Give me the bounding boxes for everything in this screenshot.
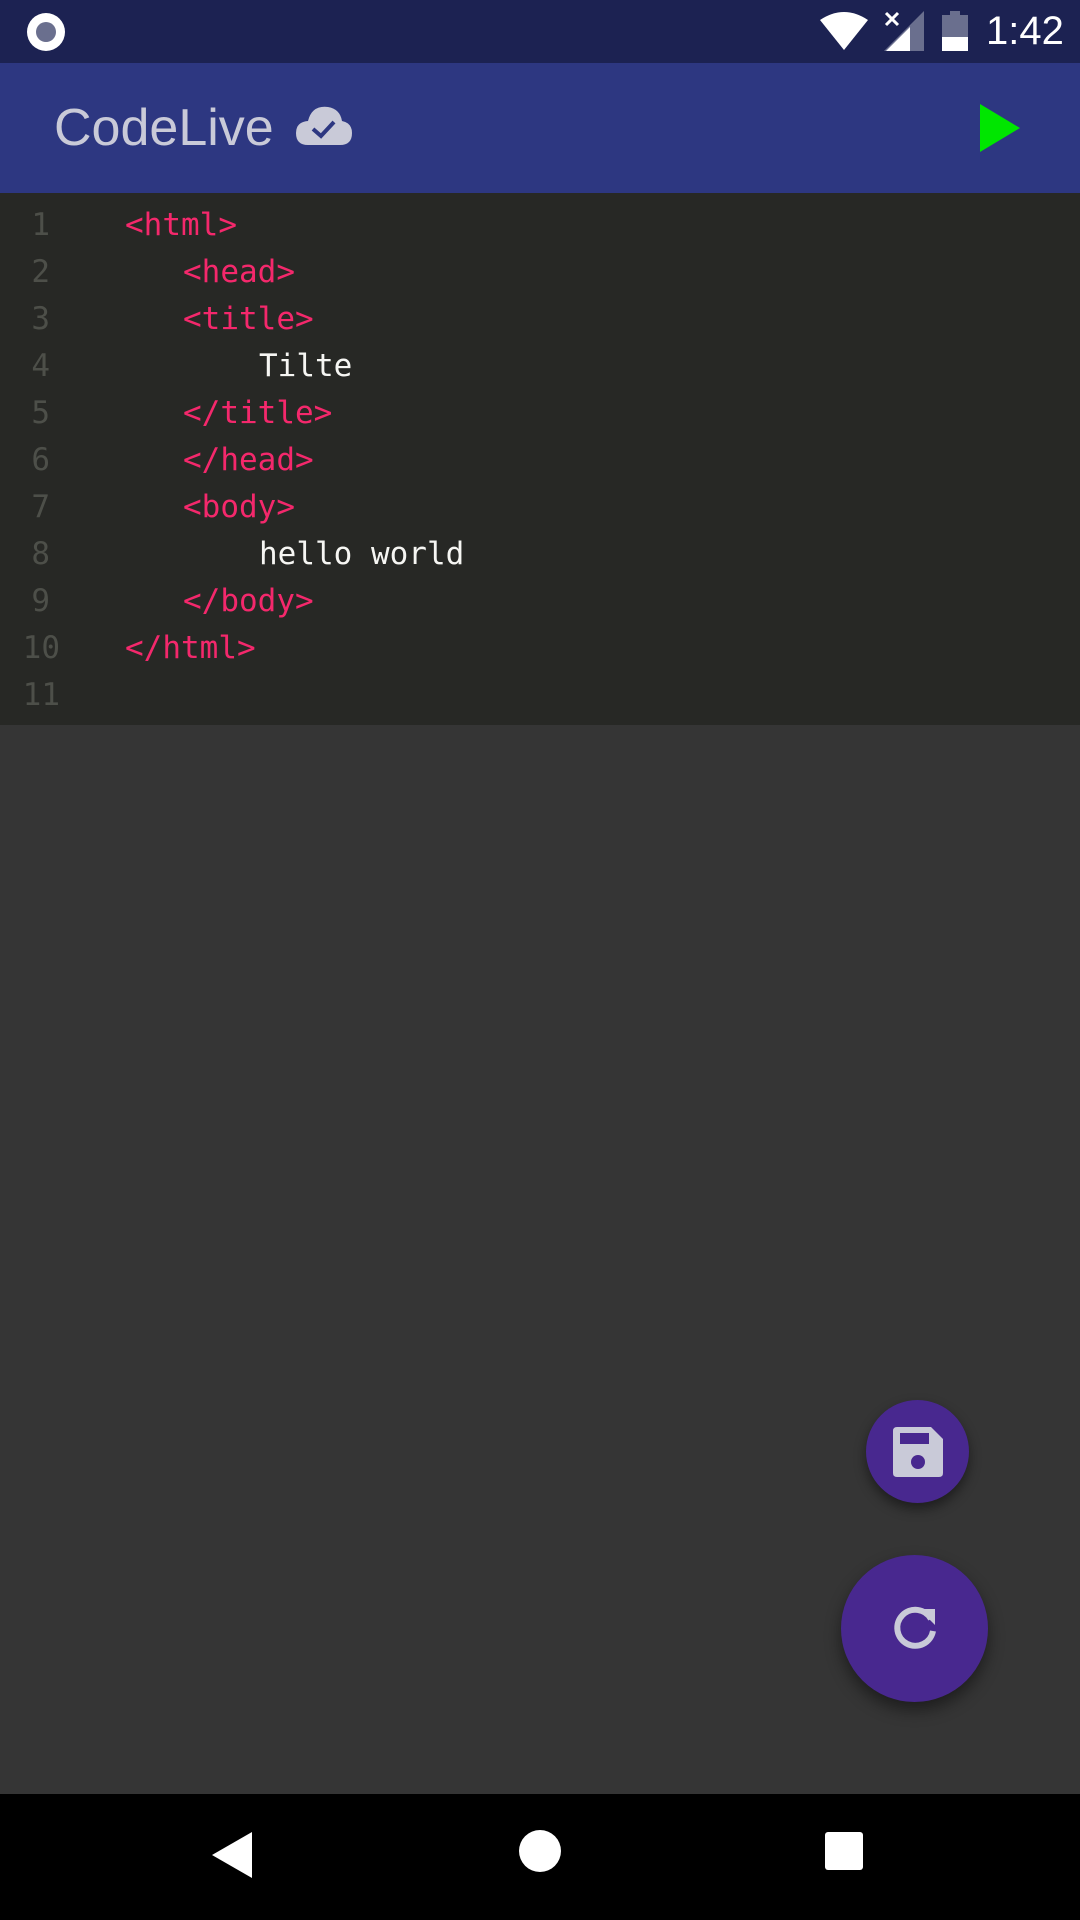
signal-icon xyxy=(884,11,924,51)
play-icon xyxy=(980,104,1020,152)
code-text: </title> xyxy=(183,395,333,431)
line-number: 11 xyxy=(22,677,60,713)
line-number: 4 xyxy=(31,348,50,384)
code-editor[interactable]: 1 <html> 2 <head> 3 <title> 4 Tilte 5 </… xyxy=(0,193,1080,725)
line-number: 10 xyxy=(22,630,60,666)
code-line: 5 </title> xyxy=(0,390,1080,437)
record-icon xyxy=(27,13,65,51)
code-line: 11 xyxy=(0,672,1080,719)
code-line: 6 </head> xyxy=(0,437,1080,484)
code-line: 10 </html> xyxy=(0,625,1080,672)
line-number: 1 xyxy=(31,207,50,243)
code-text: <title> xyxy=(183,301,314,337)
line-number: 8 xyxy=(31,536,50,572)
run-button[interactable] xyxy=(968,96,1032,160)
app-bar: CodeLive xyxy=(0,63,1080,193)
save-icon xyxy=(892,1426,943,1477)
code-text: <html> xyxy=(125,207,237,243)
code-line: 8 hello world xyxy=(0,531,1080,578)
code-text: Tilte xyxy=(259,348,353,384)
app-title: CodeLive xyxy=(54,99,274,157)
status-bar: 1:42 xyxy=(0,0,1080,63)
recents-icon[interactable] xyxy=(825,1832,863,1870)
code-text: hello world xyxy=(259,536,465,572)
code-text: <head> xyxy=(183,254,295,290)
code-line: 1 <html> xyxy=(0,202,1080,249)
cloud-check-icon xyxy=(296,106,352,145)
status-time: 1:42 xyxy=(986,9,1064,53)
code-text: </body> xyxy=(183,583,314,619)
navigation-bar xyxy=(0,1794,1080,1920)
line-number: 5 xyxy=(31,395,50,431)
code-text: </html> xyxy=(125,630,256,666)
code-line: 9 </body> xyxy=(0,578,1080,625)
line-number: 2 xyxy=(31,254,50,290)
refresh-icon xyxy=(893,1606,936,1649)
code-line: 7 <body> xyxy=(0,484,1080,531)
back-icon[interactable] xyxy=(212,1832,252,1878)
code-line: 3 <title> xyxy=(0,296,1080,343)
home-icon[interactable] xyxy=(519,1830,561,1872)
wifi-icon xyxy=(820,12,868,50)
code-text: <body> xyxy=(183,489,295,525)
line-number: 3 xyxy=(31,301,50,337)
code-line: 4 Tilte xyxy=(0,343,1080,390)
battery-icon xyxy=(942,11,968,51)
line-number: 6 xyxy=(31,442,50,478)
line-number: 9 xyxy=(31,583,50,619)
refresh-button[interactable] xyxy=(841,1555,988,1702)
code-text: </head> xyxy=(183,442,314,478)
code-line: 2 <head> xyxy=(0,249,1080,296)
save-button[interactable] xyxy=(866,1400,969,1503)
line-number: 7 xyxy=(31,489,50,525)
